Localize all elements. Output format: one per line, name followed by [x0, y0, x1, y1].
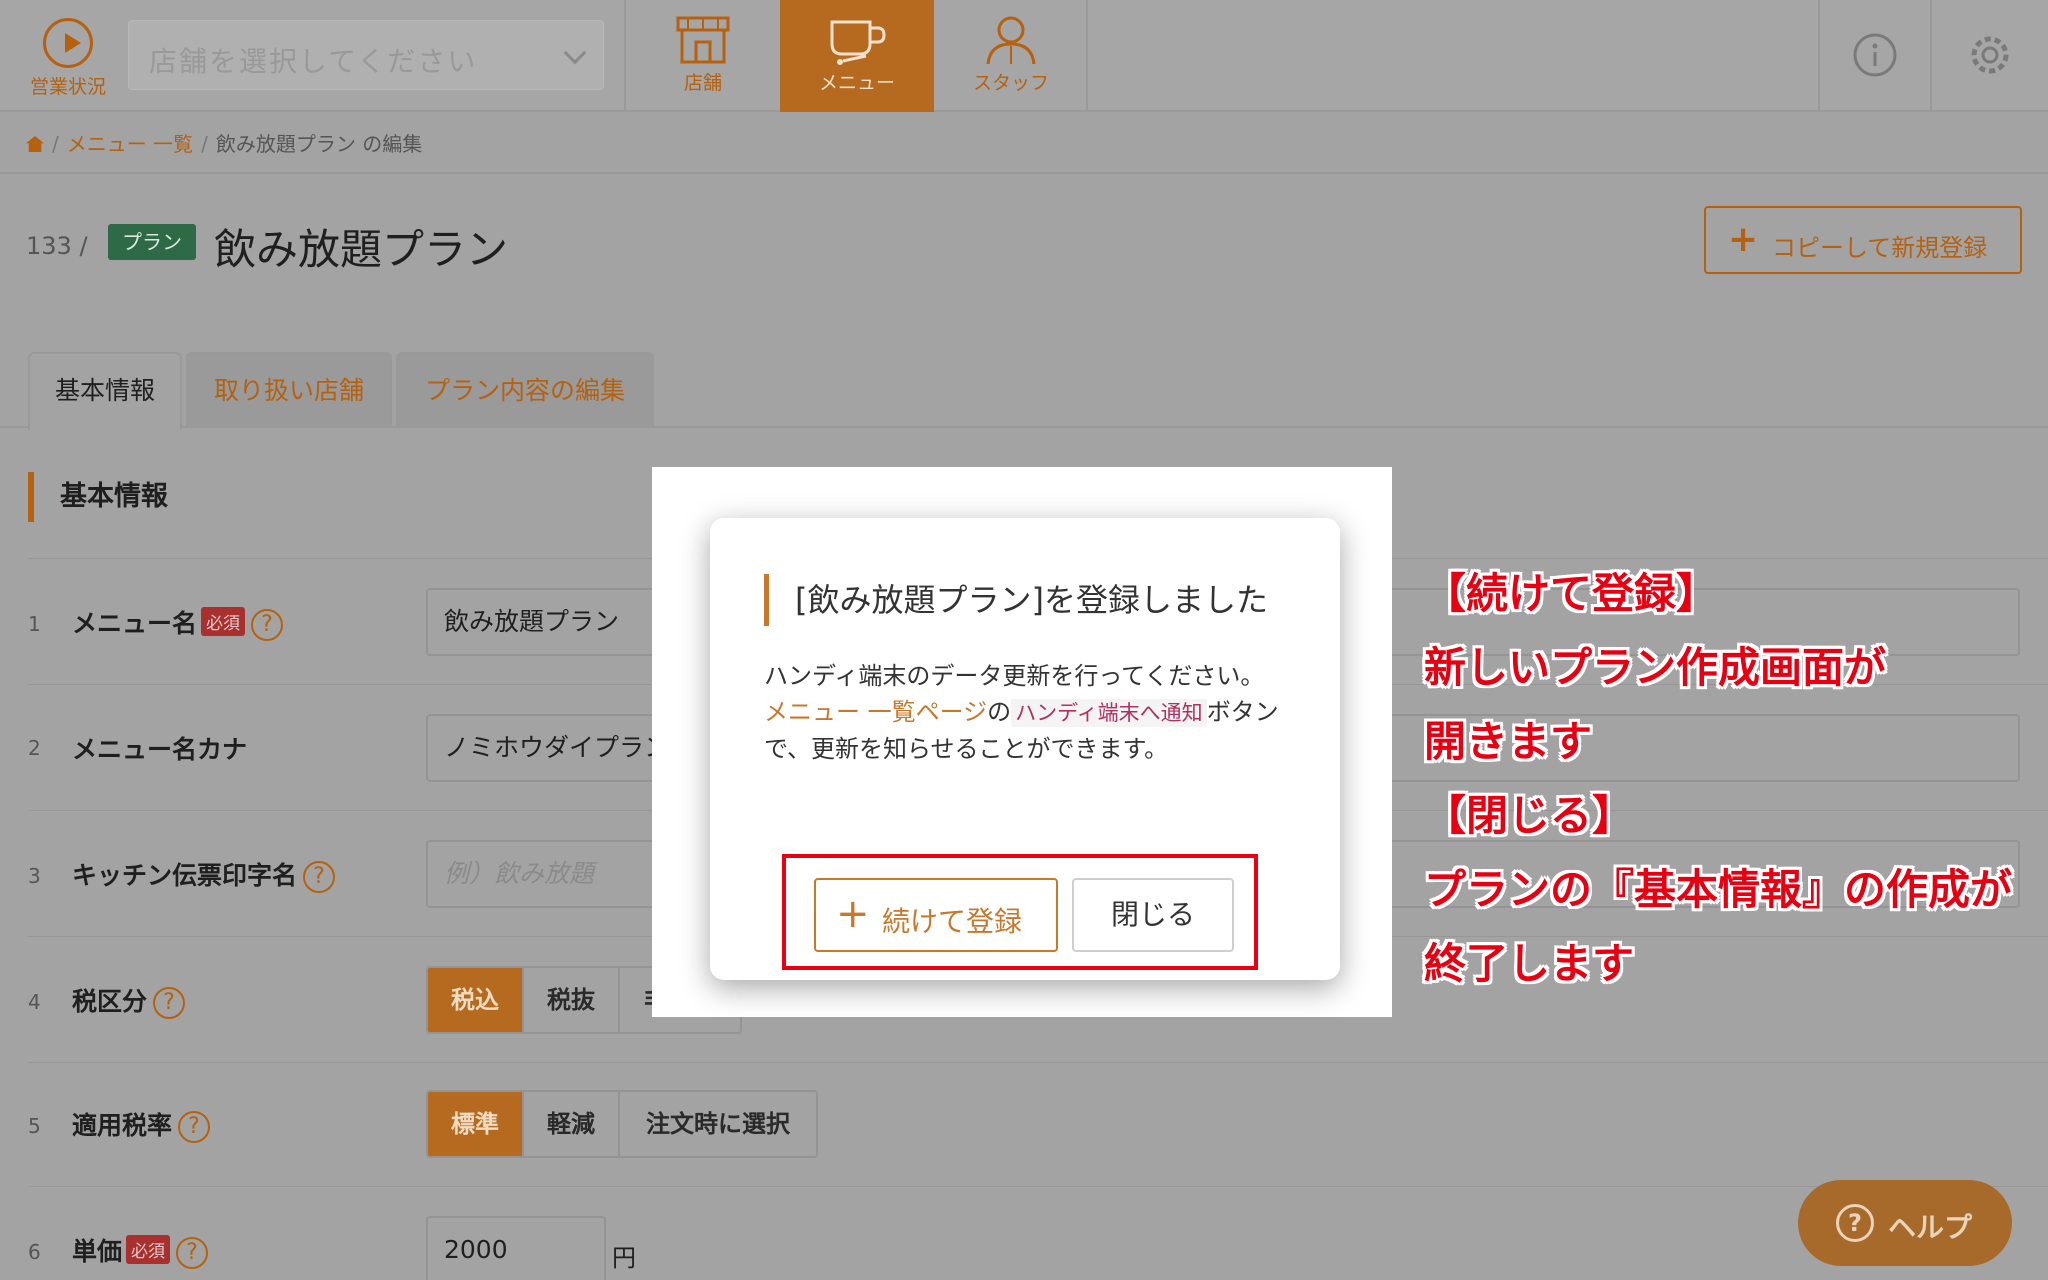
row-divider	[28, 1062, 2048, 1063]
required-badge: 必須	[126, 1235, 171, 1264]
annotation-highlight-box	[782, 854, 1258, 970]
annotation-line: 開きます	[1424, 717, 1593, 766]
section-title: 基本情報	[28, 472, 168, 522]
nav-tab-store-label: 店舗	[683, 72, 722, 94]
question-icon: ?	[1836, 1204, 1874, 1242]
tax-option-included[interactable]: 税込	[428, 968, 524, 1032]
row-divider	[28, 1186, 2048, 1187]
tab-plan-contents[interactable]: プラン内容の編集	[396, 352, 654, 428]
unit-price-label-text: 単価	[72, 1237, 123, 1266]
nav-divider	[1086, 0, 1088, 112]
menu-name-label-text: メニュー名	[72, 609, 198, 638]
nav-tab-staff[interactable]: スタッフ	[934, 0, 1088, 112]
annotation-line: 終了します	[1424, 939, 1635, 988]
store-select-placeholder: 店舗を選択してください	[149, 45, 478, 78]
nav-tab-store[interactable]: 店舗	[626, 0, 780, 112]
tax-rate-option-on-order[interactable]: 注文時に選択	[620, 1092, 816, 1156]
breadcrumb-menu-list-link[interactable]: メニュー 一覧	[67, 132, 193, 156]
menu-kana-label: メニュー名カナ	[72, 735, 248, 764]
help-icon[interactable]: ?	[251, 609, 284, 641]
settings-button[interactable]	[1932, 0, 2044, 112]
breadcrumb-current: 飲み放題プラン の編集	[215, 132, 423, 156]
row-number: 4	[28, 990, 41, 1014]
annotation-line: 【続けて登録】	[1424, 569, 1719, 618]
menu-id: 133 /	[26, 232, 88, 260]
tax-rate-label-text: 適用税率	[72, 1111, 173, 1140]
help-floating-button[interactable]: ? ヘルプ	[1798, 1180, 2012, 1266]
play-icon	[43, 18, 93, 68]
info-icon	[1853, 33, 1897, 77]
gear-icon	[1971, 36, 2009, 74]
menu-list-page-link[interactable]: メニュー 一覧ページ	[764, 698, 987, 726]
row-number: 5	[28, 1114, 41, 1138]
unit-price-label: 単価 必須?	[72, 1232, 209, 1269]
help-floating-label: ヘルプ	[1888, 1211, 1973, 1244]
row-number: 1	[28, 612, 41, 636]
dialog-message-line1: ハンディ端末のデータ更新を行ってください。	[764, 662, 1265, 690]
tab-basic-info[interactable]: 基本情報	[28, 352, 182, 430]
coffee-cup-icon	[830, 20, 886, 65]
copy-new-button[interactable]: + コピーして新規登録	[1704, 206, 2022, 274]
store-select[interactable]: 店舗を選択してください	[128, 20, 604, 90]
tax-category-label: 税区分?	[72, 982, 186, 1019]
dialog-title: [飲み放題プラン]を登録しました	[764, 574, 1268, 626]
store-icon	[676, 16, 730, 64]
copy-new-button-label: コピーして新規登録	[1772, 234, 1988, 262]
business-status-button[interactable]: 営業状況	[18, 12, 118, 102]
help-icon[interactable]: ?	[178, 1111, 211, 1143]
row-number: 2	[28, 736, 41, 760]
staff-icon	[986, 16, 1036, 65]
row-number: 6	[28, 1240, 41, 1264]
currency-unit: 円	[612, 1244, 636, 1272]
notify-handy-label: ハンディ端末へ通知	[1011, 699, 1207, 727]
menu-name-label: メニュー名 必須?	[72, 604, 284, 641]
tax-option-excluded[interactable]: 税抜	[524, 968, 620, 1032]
row-number: 3	[28, 864, 41, 888]
required-badge: 必須	[201, 607, 246, 636]
annotation-line: 新しいプラン作成画面が	[1424, 643, 1887, 692]
dialog-message-particle: の	[987, 698, 1012, 726]
tax-rate-option-reduced[interactable]: 軽減	[524, 1092, 620, 1156]
plus-icon: +	[1728, 219, 1759, 260]
chevron-down-icon	[563, 41, 587, 65]
help-icon[interactable]: ?	[176, 1237, 209, 1269]
tab-stores[interactable]: 取り扱い店舗	[186, 352, 392, 428]
nav-tab-menu[interactable]: メニュー	[780, 0, 934, 112]
top-navigation-bar: 営業状況 店舗を選択してください 店舗 メニュー スタッフ	[0, 0, 2048, 112]
annotation-line: プランの『基本情報』の作成が	[1424, 865, 2013, 914]
tax-category-label-text: 税区分	[72, 987, 148, 1016]
tax-rate-selector: 標準 軽減 注文時に選択	[426, 1090, 818, 1158]
home-icon[interactable]	[26, 136, 44, 152]
page-title: 飲み放題プラン	[214, 225, 509, 274]
divider	[0, 172, 2048, 174]
help-icon[interactable]: ?	[153, 987, 186, 1019]
annotation-line: 【閉じる】	[1424, 791, 1635, 840]
tax-rate-label: 適用税率?	[72, 1106, 211, 1143]
info-button[interactable]	[1820, 0, 1932, 112]
tax-rate-option-standard[interactable]: 標準	[428, 1092, 524, 1156]
plan-badge: プラン	[108, 224, 196, 260]
unit-price-input[interactable]: 2000	[426, 1216, 606, 1280]
kitchen-slip-name-label: キッチン伝票印字名?	[72, 856, 336, 893]
business-status-label: 営業状況	[29, 76, 106, 98]
nav-tab-staff-label: スタッフ	[972, 72, 1049, 94]
kitchen-slip-name-label-text: キッチン伝票印字名	[72, 861, 298, 890]
breadcrumb: / メニュー 一覧 / 飲み放題プラン の編集	[26, 128, 422, 157]
nav-tab-menu-label: メニュー	[818, 72, 895, 94]
dialog-message: ハンディ端末のデータ更新を行ってください。 メニュー 一覧ページの ハンディ端末へ…	[764, 658, 1284, 767]
help-icon[interactable]: ?	[303, 861, 336, 893]
